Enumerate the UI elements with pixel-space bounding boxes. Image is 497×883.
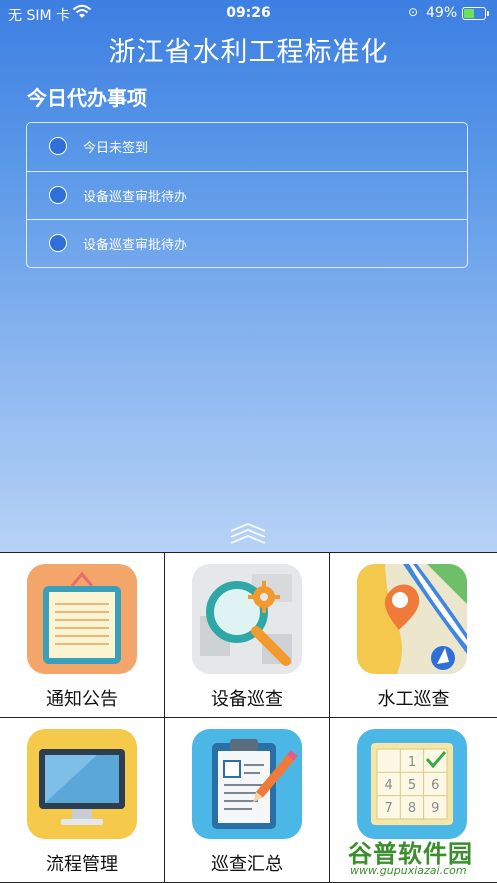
header-background: 无 SIM 卡 09:26 ⊙ 49% 浙江省水利工程标准化 今日代办事项 今日… bbox=[0, 0, 497, 552]
magnifier-gear-icon bbox=[192, 564, 302, 674]
number-grid-icon: 1 4 5 6 7 8 9 bbox=[357, 729, 467, 839]
menu-item-label: 通知公告 bbox=[46, 689, 118, 710]
menu-item-label: 流程管理 bbox=[46, 854, 118, 875]
grid-digit: 7 bbox=[384, 801, 392, 816]
battery-icon bbox=[462, 7, 489, 20]
notice-board-icon bbox=[27, 564, 137, 674]
status-bar: 无 SIM 卡 09:26 ⊙ 49% bbox=[0, 0, 497, 26]
monitor-icon bbox=[27, 729, 137, 839]
todo-item-label: 设备巡查审批待办 bbox=[83, 189, 188, 205]
menu-item-label: 巡查汇总 bbox=[211, 854, 283, 875]
map-pin-icon bbox=[357, 564, 467, 674]
clock: 09:26 bbox=[226, 5, 271, 21]
todo-section-title: 今日代办事项 bbox=[27, 86, 147, 110]
radio-icon bbox=[49, 137, 67, 155]
todo-item[interactable]: 设备巡查审批待办 bbox=[27, 220, 467, 269]
watermark: 谷普软件园 www.gupuxiazai.com bbox=[344, 836, 494, 880]
grid-digit: 8 bbox=[408, 801, 416, 816]
menu-item-label: 设备巡查 bbox=[211, 689, 283, 710]
menu-item-inspection-summary[interactable]: 巡查汇总 bbox=[165, 718, 330, 883]
grid-digit: 5 bbox=[408, 778, 416, 793]
watermark-url: www.gupuxiazai.com bbox=[350, 864, 467, 877]
radio-icon bbox=[49, 234, 67, 253]
menu-item-hydraulic-inspection[interactable]: 水工巡查 bbox=[330, 553, 497, 718]
battery-fill bbox=[464, 9, 474, 18]
menu-item-workflow[interactable]: 流程管理 bbox=[0, 718, 165, 883]
clipboard-pencil-icon bbox=[192, 729, 302, 839]
rotation-lock-icon: ⊙ bbox=[408, 5, 419, 19]
todo-item-label: 今日未签到 bbox=[83, 141, 149, 156]
todo-item[interactable]: 设备巡查审批待办 bbox=[27, 172, 467, 221]
grid-digit: 1 bbox=[408, 755, 416, 770]
radio-icon bbox=[49, 185, 67, 204]
battery-percent: 49% bbox=[426, 5, 458, 21]
expand-chevron-icon[interactable] bbox=[229, 522, 267, 544]
todo-item-label: 设备巡查审批待办 bbox=[83, 238, 188, 254]
grid-digit: 9 bbox=[431, 801, 439, 816]
app-title: 浙江省水利工程标准化 bbox=[108, 37, 389, 68]
grid-digit: 4 bbox=[384, 778, 392, 793]
menu-item-label: 水工巡查 bbox=[377, 689, 450, 710]
menu-item-notice[interactable]: 通知公告 bbox=[0, 553, 165, 718]
todo-item[interactable]: 今日未签到 bbox=[27, 123, 467, 172]
menu-item-device-inspection[interactable]: 设备巡查 bbox=[165, 553, 330, 718]
grid-digit: 6 bbox=[431, 778, 439, 793]
todo-list: 今日未签到 设备巡查审批待办 设备巡查审批待办 bbox=[26, 122, 468, 268]
